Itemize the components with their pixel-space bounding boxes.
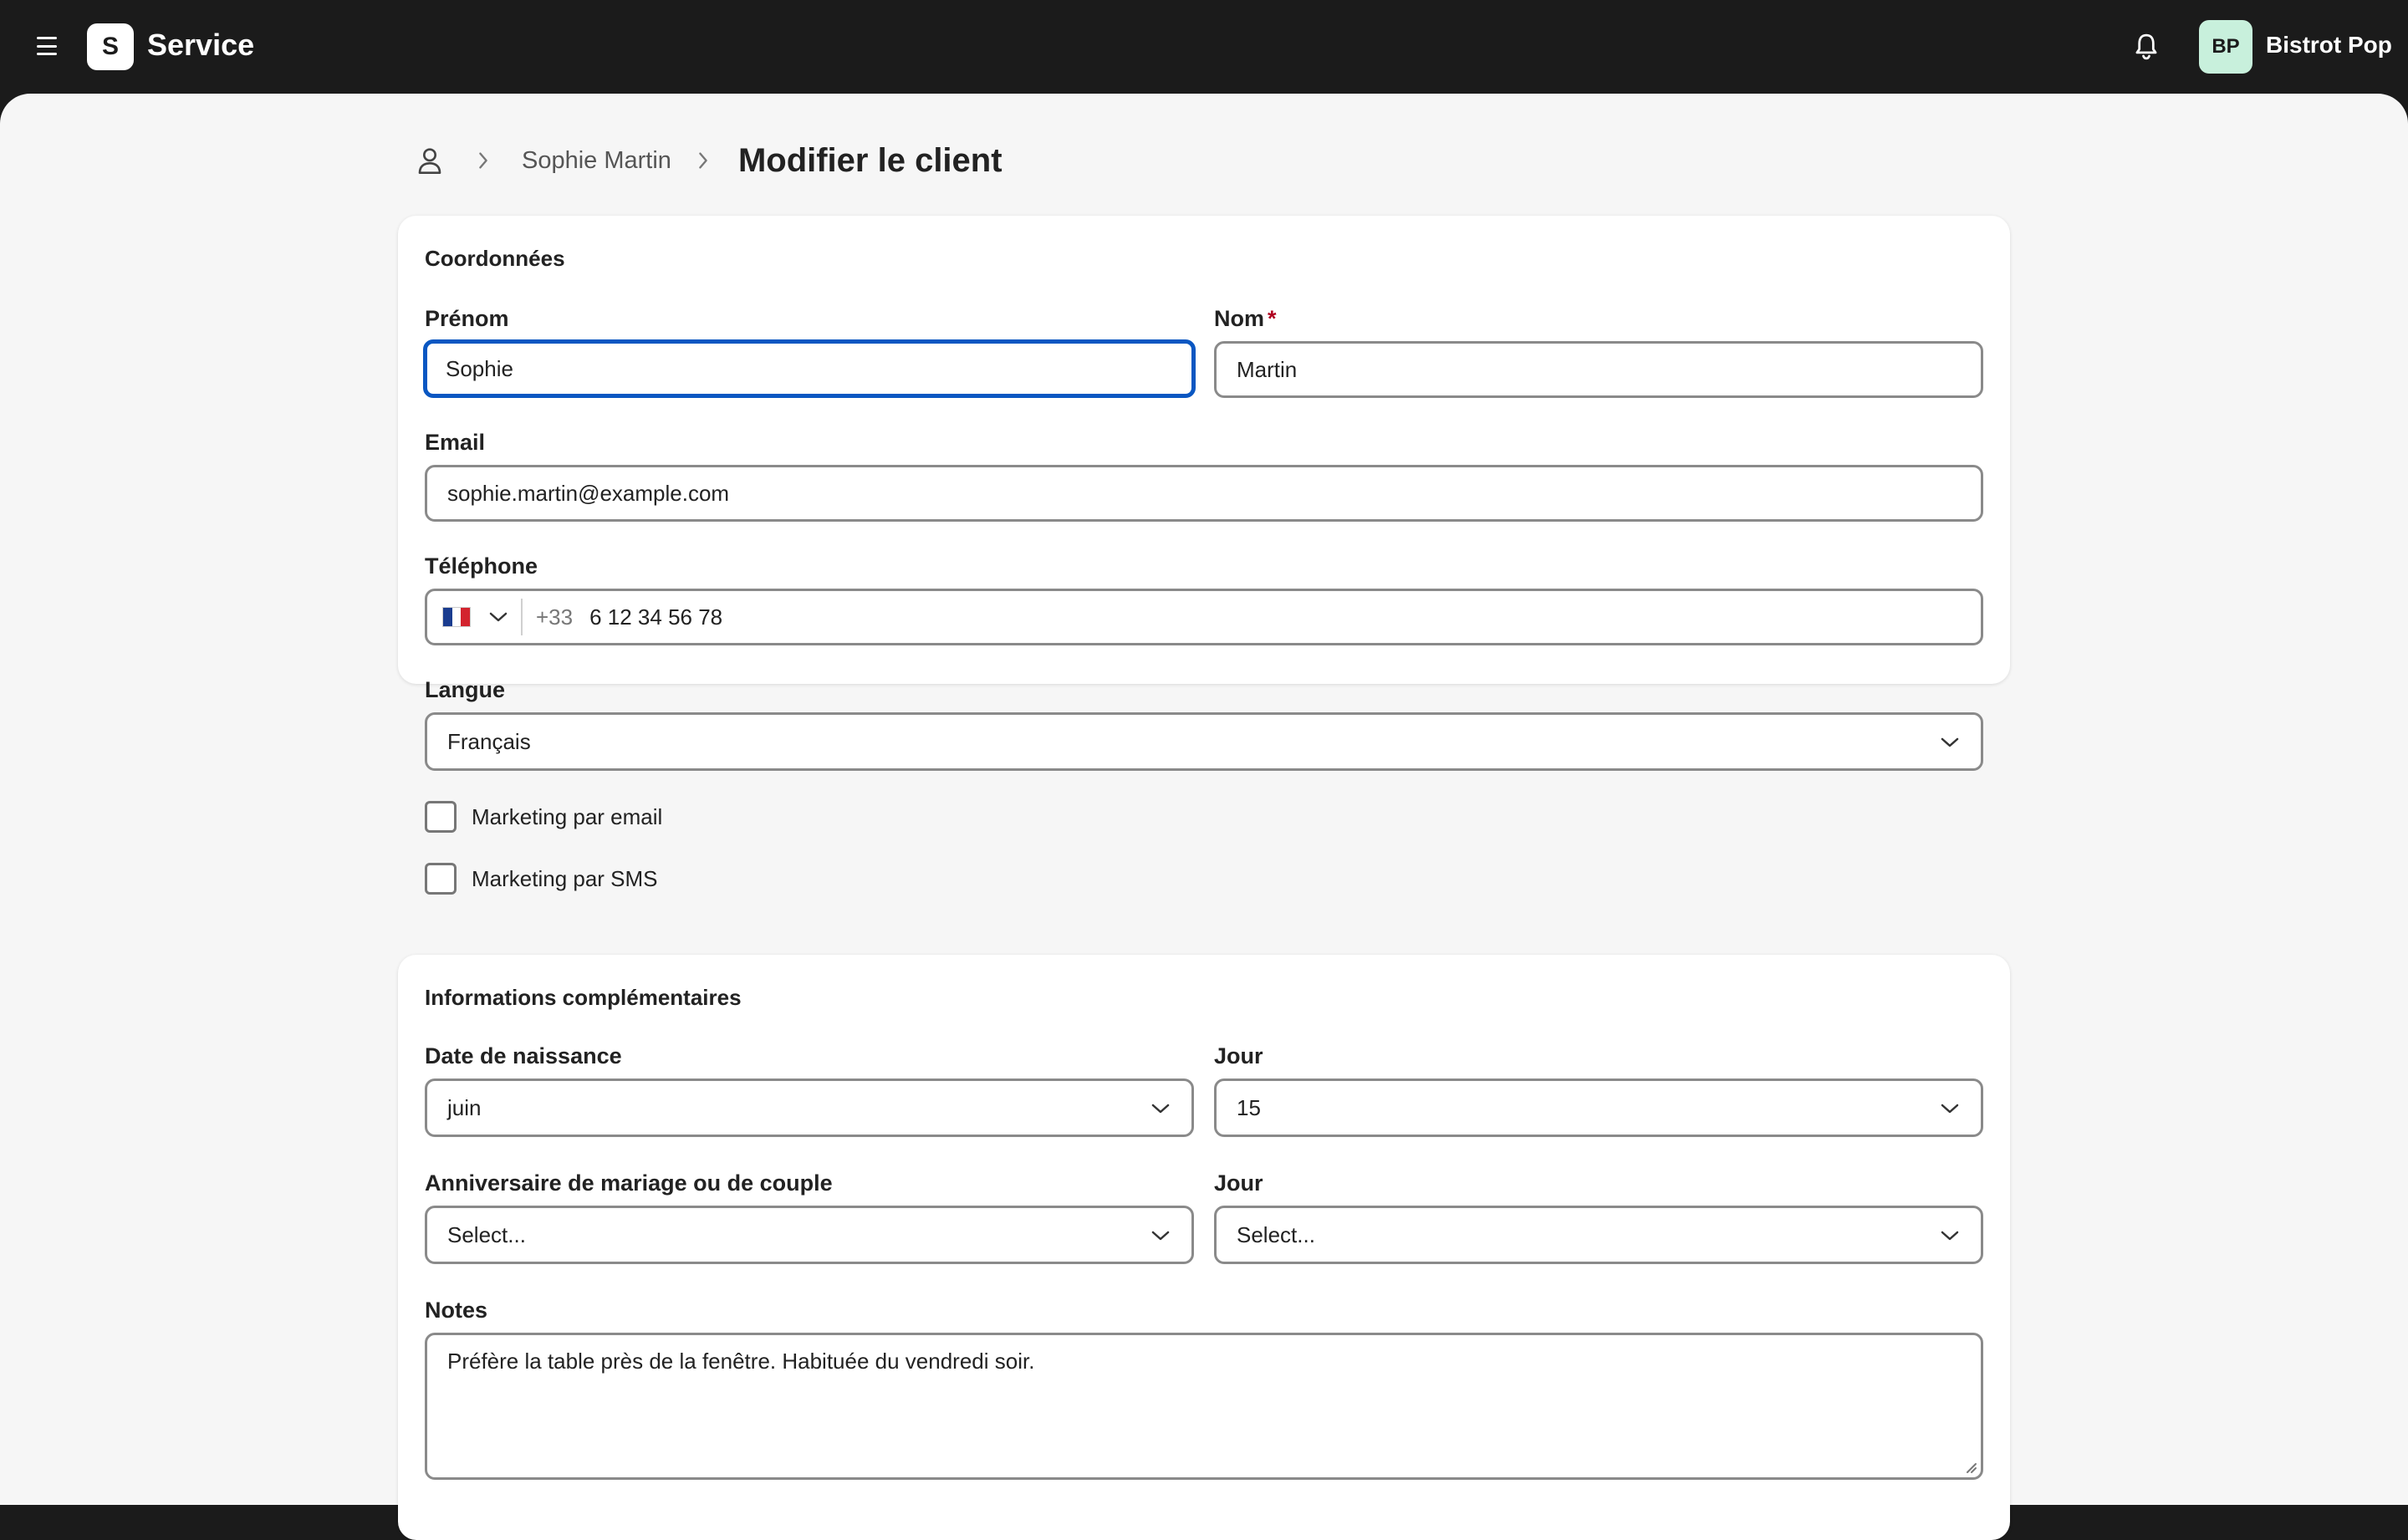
birth-day-value: 15 bbox=[1237, 1094, 1261, 1120]
anniversary-month-value: Select... bbox=[447, 1221, 526, 1247]
notes-label: Notes bbox=[425, 1298, 488, 1323]
phone-prefix: +33 bbox=[536, 604, 574, 630]
sms-marketing-checkbox[interactable] bbox=[425, 863, 457, 895]
email-marketing-label[interactable]: Marketing par email bbox=[472, 804, 662, 830]
breadcrumb-client-link[interactable]: Sophie Martin bbox=[522, 147, 671, 175]
divider bbox=[521, 599, 523, 635]
anniversary-day-label: Jour bbox=[1214, 1170, 1263, 1196]
first-name-label: Prénom bbox=[425, 306, 509, 331]
birth-day-label: Jour bbox=[1214, 1043, 1263, 1068]
anniversary-day-select[interactable]: Select... bbox=[1214, 1206, 1983, 1264]
phone-field: +33 6 12 34 56 78 bbox=[425, 589, 1983, 645]
breadcrumb: Sophie Martin Modifier le client bbox=[416, 135, 1002, 186]
sms-marketing-label[interactable]: Marketing par SMS bbox=[472, 866, 658, 892]
email-marketing-checkbox[interactable] bbox=[425, 801, 457, 833]
anniversary-month-select[interactable]: Select... bbox=[425, 1206, 1194, 1264]
resize-handle-icon[interactable] bbox=[1962, 1459, 1977, 1474]
main-content: Sophie Martin Modifier le client Coordon… bbox=[0, 94, 2408, 1540]
birth-date-label: Date de naissance bbox=[425, 1043, 622, 1068]
hamburger-icon[interactable] bbox=[37, 37, 57, 55]
app-logo[interactable]: S bbox=[87, 23, 134, 70]
birth-month-value: juin bbox=[447, 1094, 482, 1120]
chevron-down-icon bbox=[1151, 1231, 1170, 1241]
birth-day-select[interactable]: 15 bbox=[1214, 1079, 1983, 1137]
last-name-input[interactable]: Martin bbox=[1214, 341, 1983, 398]
language-value: Français bbox=[447, 728, 531, 754]
chevron-down-icon bbox=[489, 612, 508, 622]
contact-details-card: Coordonnées Prénom Sophie Nom * Martin Em… bbox=[398, 216, 2010, 895]
app-name: Service bbox=[147, 28, 255, 62]
email-label: Email bbox=[425, 430, 486, 455]
chevron-down-icon bbox=[1151, 1104, 1170, 1114]
card-title: Coordonnées bbox=[425, 246, 565, 271]
birth-month-select[interactable]: juin bbox=[425, 1079, 1194, 1137]
user-icon[interactable] bbox=[416, 145, 443, 176]
top-bar: S Service BP Bistrot Pop bbox=[0, 0, 2408, 94]
flag-fr-icon bbox=[442, 607, 471, 627]
notes-value: Préfère la table près de la fenêtre. Hab… bbox=[447, 1349, 1035, 1374]
card-title: Informations complémentaires bbox=[425, 985, 742, 1010]
first-name-input[interactable]: Sophie bbox=[423, 339, 1196, 398]
chevron-right-icon bbox=[479, 152, 487, 169]
country-selector[interactable] bbox=[442, 607, 508, 627]
bell-icon[interactable] bbox=[2132, 32, 2161, 62]
required-marker: * bbox=[1268, 306, 1277, 331]
avatar[interactable]: BP bbox=[2199, 20, 2252, 74]
chevron-down-icon bbox=[1941, 737, 1959, 747]
last-name-label: Nom * bbox=[1214, 306, 1277, 331]
anniversary-label: Anniversaire de mariage ou de couple bbox=[425, 1170, 833, 1196]
language-select[interactable]: Français bbox=[425, 712, 1983, 771]
phone-label: Téléphone bbox=[425, 553, 538, 579]
account-name[interactable]: Bistrot Pop bbox=[2266, 32, 2392, 59]
chevron-down-icon bbox=[1941, 1231, 1959, 1241]
notes-textarea[interactable]: Préfère la table près de la fenêtre. Hab… bbox=[425, 1333, 1983, 1480]
additional-info-card: Informations complémentaires Date de nai… bbox=[398, 955, 2010, 1540]
chevron-down-icon bbox=[1941, 1104, 1959, 1114]
chevron-right-icon bbox=[699, 152, 707, 169]
language-label: Langue bbox=[425, 677, 506, 702]
email-input[interactable]: sophie.martin@example.com bbox=[425, 465, 1983, 522]
page-title: Modifier le client bbox=[737, 141, 1002, 179]
anniversary-day-value: Select... bbox=[1237, 1221, 1315, 1247]
phone-input[interactable]: 6 12 34 56 78 bbox=[589, 604, 722, 630]
